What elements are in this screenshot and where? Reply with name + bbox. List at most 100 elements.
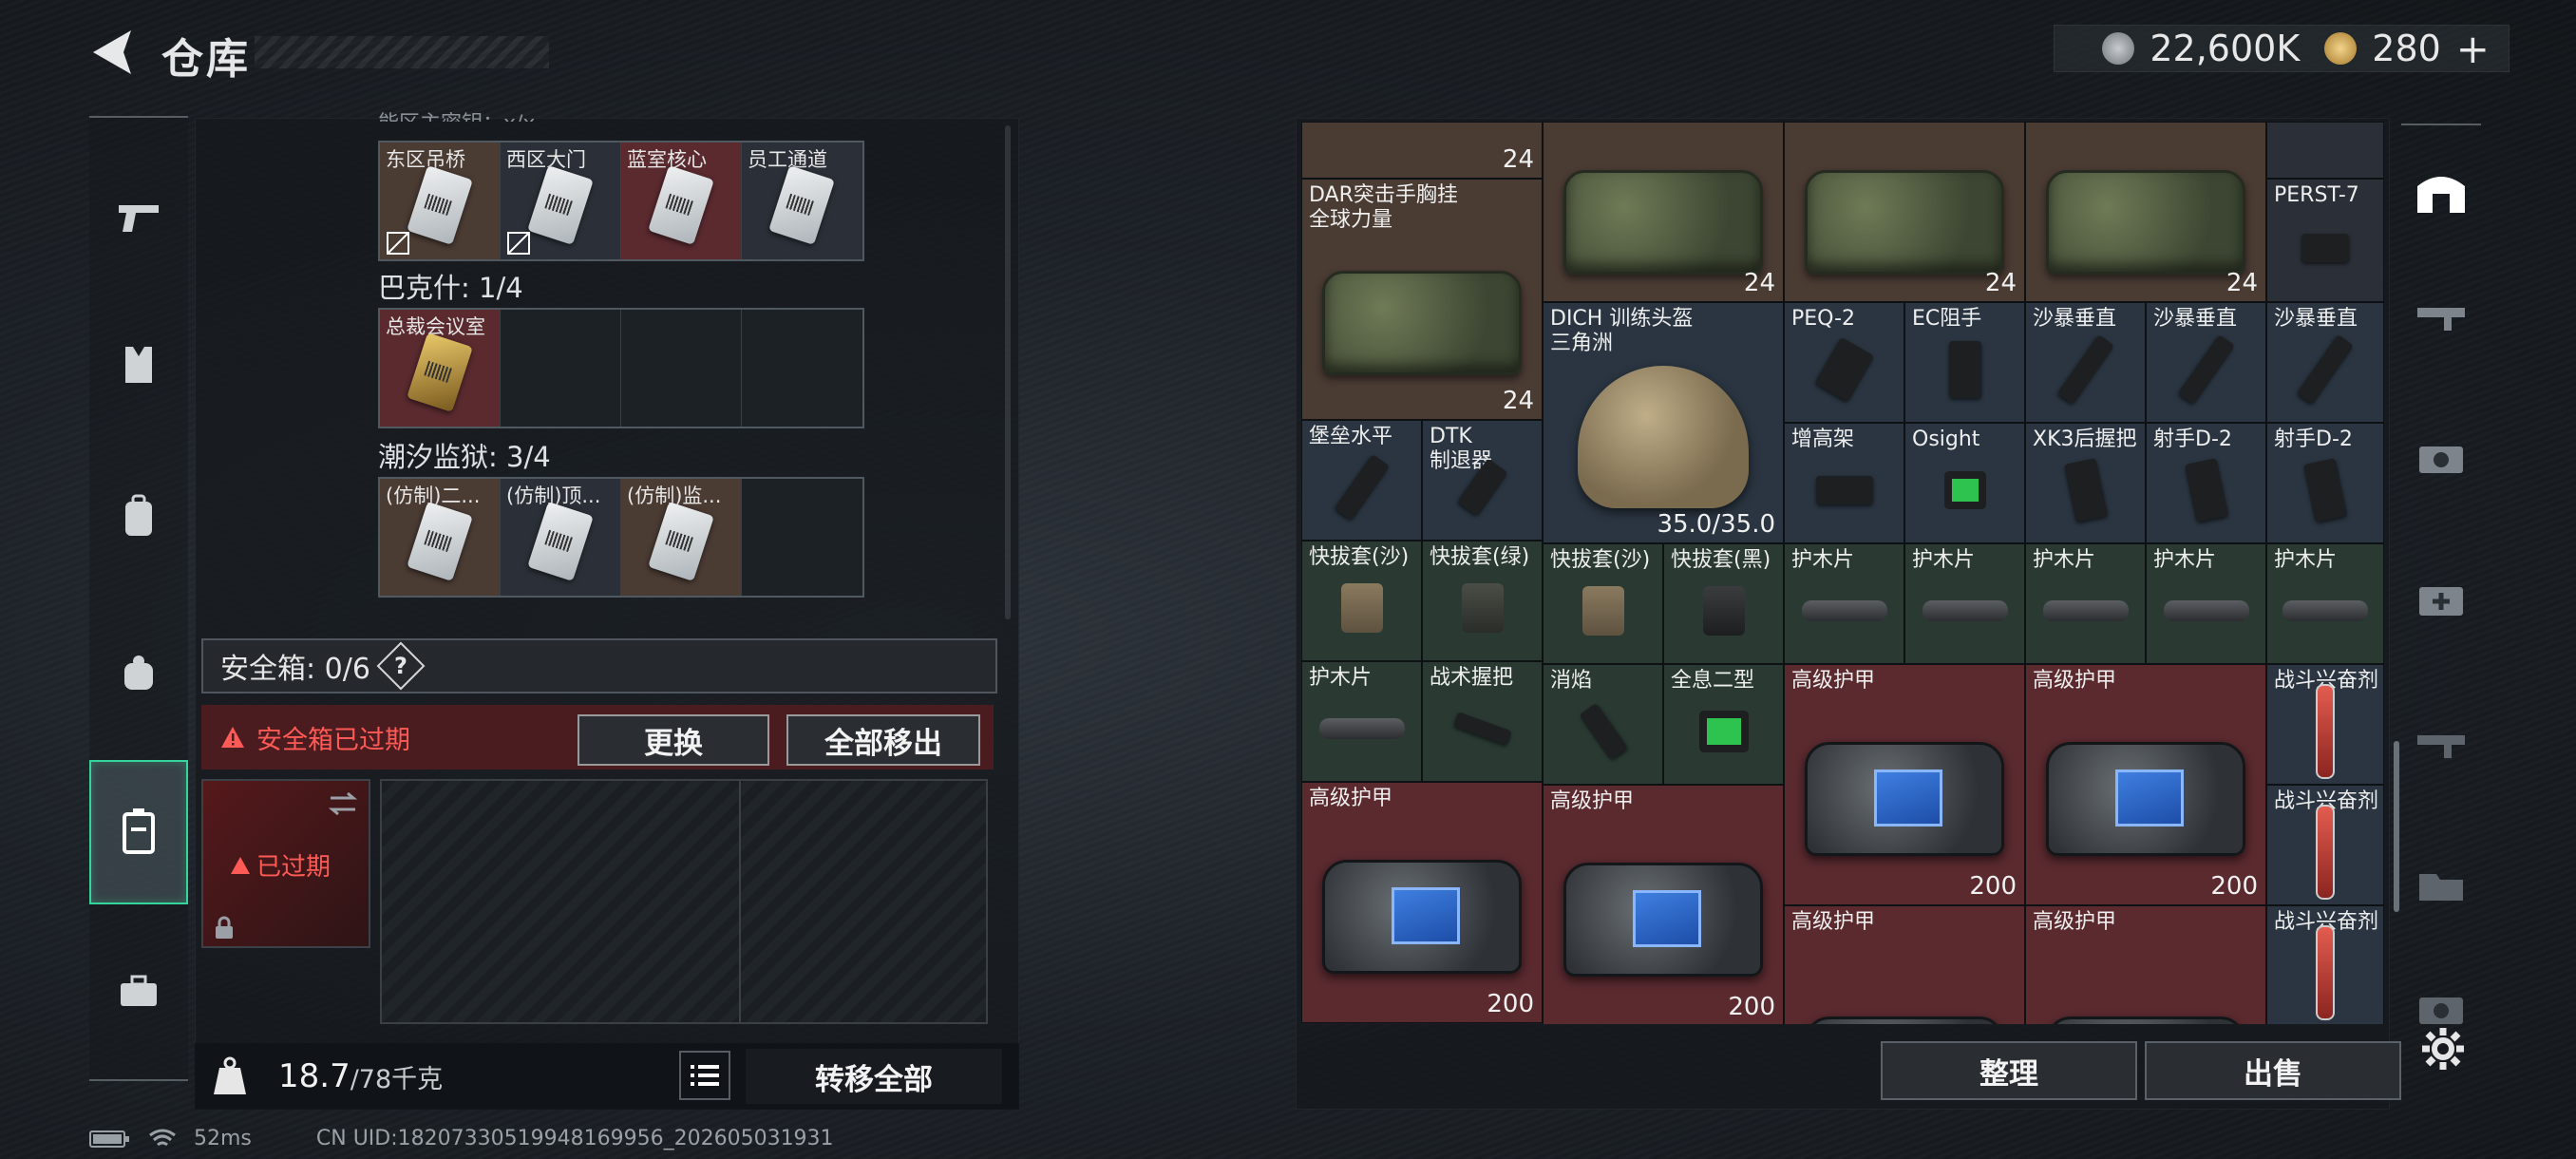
grid-item-vertical-grip[interactable]: 沙暴垂直: [2266, 302, 2384, 423]
grid-item-quick-pouch[interactable]: 快拔套(沙): [1301, 541, 1422, 661]
grid-item-riser[interactable]: 增高架: [1784, 423, 1904, 543]
grid-item-advanced-armor[interactable]: 高级护甲 200: [1543, 785, 1784, 1024]
nav-pouch[interactable]: [89, 621, 188, 724]
grid-item-handguard-panel[interactable]: 护木片: [1301, 661, 1422, 782]
empty-key-slot[interactable]: [742, 479, 862, 596]
nav-safe-box[interactable]: [89, 760, 188, 904]
weight-bar: 18.7 /78千克 转移全部: [195, 1043, 1019, 1110]
list-view-button[interactable]: [679, 1051, 730, 1100]
replace-button[interactable]: 更换: [578, 714, 769, 766]
key-card-replica-3[interactable]: (仿制)监...: [621, 479, 742, 596]
grid-item-peq2[interactable]: PEQ-2: [1784, 302, 1904, 423]
storage-tab-2-medical[interactable]: [2401, 553, 2481, 648]
key-card-replica-1[interactable]: (仿制)二...: [380, 479, 501, 596]
storage-tab-4-files[interactable]: [2401, 838, 2481, 933]
stim-image: [2316, 805, 2335, 900]
safe-box-icon: [123, 808, 155, 854]
key-card-1[interactable]: 东区吊桥: [380, 142, 501, 259]
grid-item-handguard-panel[interactable]: 护木片: [2146, 543, 2266, 664]
grid-item-flash-hider[interactable]: 消焰: [1543, 664, 1663, 785]
grid-item-vertical-grip[interactable]: 沙暴垂直: [2025, 302, 2146, 423]
grid-item-advanced-armor[interactable]: 高级护甲 200: [1784, 664, 2025, 905]
grid-item-dtk-brake[interactable]: DTK 制退器: [1422, 420, 1543, 541]
grid-item-handguard-panel[interactable]: 护木片: [2025, 543, 2146, 664]
grid-item-chest-rig[interactable]: 24: [2025, 122, 2266, 302]
currency-gold-value: 280: [2372, 28, 2441, 69]
empty-key-slot[interactable]: [621, 310, 742, 427]
grid-item-shooter-grip[interactable]: 射手D-2: [2146, 423, 2266, 543]
key-card-boardroom[interactable]: 总裁会议室: [380, 310, 501, 427]
holo-sight-image: [1698, 711, 1749, 752]
storage-tab-3-ammo[interactable]: [2401, 695, 2481, 790]
help-button[interactable]: ?: [376, 641, 426, 691]
sort-button[interactable]: 整理: [1881, 1041, 2137, 1100]
grid-scrollbar[interactable]: [2394, 741, 2399, 912]
battery-icon: [89, 1130, 129, 1148]
grid-item-combat-stim[interactable]: 战斗兴奋剂: [2266, 905, 2384, 1024]
grid-item-dich-helmet[interactable]: DICH 训练头盔 三角洲 35.0/35.0: [1543, 302, 1784, 543]
grid-item-advanced-armor[interactable]: 高级护甲: [2025, 905, 2266, 1024]
transfer-all-button[interactable]: 转移全部: [746, 1049, 1002, 1104]
grid-item-fortress-grip[interactable]: 堡垒水平: [1301, 420, 1422, 541]
uid-text: CN UID:18207330519948169956_202605031931: [315, 1127, 834, 1150]
grid-item-quick-pouch[interactable]: 快拔套(沙): [1543, 543, 1663, 664]
empty-key-slot[interactable]: [501, 310, 621, 427]
grid-item-handguard-panel[interactable]: 护木片: [1784, 543, 1904, 664]
grid-item-advanced-armor[interactable]: 高级护甲 200: [2025, 664, 2266, 905]
grid-item-shooter-grip[interactable]: 射手D-2: [2266, 423, 2384, 543]
medkit-icon: [2419, 587, 2463, 616]
grid-item-ec-stop[interactable]: EC阻手: [1904, 302, 2025, 423]
grid-item-advanced-armor[interactable]: 高级护甲: [1784, 905, 2025, 1024]
grid-item-chest-rig[interactable]: 24: [1784, 122, 2025, 302]
grid-item-dar-chest-rig[interactable]: DAR突击手胸挂 全球力量 24: [1301, 179, 1543, 420]
add-currency-button[interactable]: +: [2456, 26, 2490, 72]
grid-item-chest-rig[interactable]: 24: [1543, 122, 1784, 302]
warning-icon: [231, 856, 250, 874]
safe-box-grid[interactable]: [380, 779, 988, 1024]
coin-silver-icon: [2102, 32, 2135, 65]
camera-icon: [2419, 446, 2463, 473]
list-icon: [691, 1065, 719, 1086]
grid-item-vertical-grip[interactable]: 沙暴垂直: [2146, 302, 2266, 423]
key-card-replica-2[interactable]: (仿制)顶...: [501, 479, 621, 596]
nav-toolbox[interactable]: [89, 940, 188, 1043]
panel-image: [1801, 600, 1887, 621]
grid-item-handguard-panel[interactable]: 护木片: [1904, 543, 2025, 664]
remove-all-button[interactable]: 全部移出: [786, 714, 980, 766]
grid-item-osight[interactable]: Osight: [1904, 423, 2025, 543]
storage-tab-4-loot[interactable]: [2401, 410, 2481, 505]
grid-item-quick-pouch[interactable]: 快拔套(黑): [1663, 543, 1784, 664]
key-card-2[interactable]: 西区大门: [501, 142, 621, 259]
nav-backpack[interactable]: [89, 466, 188, 568]
grid-item-chest-rig-top[interactable]: 24: [1301, 122, 1543, 179]
key-card-4[interactable]: 员工通道: [742, 142, 862, 259]
grid-item-top-cut[interactable]: [2266, 122, 2384, 179]
grid-item-combat-stim[interactable]: 战斗兴奋剂: [2266, 785, 2384, 905]
wifi-icon: [149, 1129, 176, 1146]
grid-item-holo-sight[interactable]: 全息二型: [1663, 664, 1784, 785]
key-card-3[interactable]: 蓝室核心: [621, 142, 742, 259]
grid-item-combat-stim[interactable]: 战斗兴奋剂: [2266, 664, 2384, 785]
storage-overview-tab[interactable]: [2401, 144, 2481, 239]
item-grid: 24 24 24 24 PERST-7 DAR突击手胸挂 全球力量 24 DICH…: [1301, 122, 2384, 1024]
sell-button[interactable]: 出售: [2145, 1041, 2401, 1100]
left-scrollbar[interactable]: [1005, 125, 1011, 619]
settings-gear-icon[interactable]: [2420, 1026, 2466, 1072]
grid-item-advanced-armor[interactable]: 高级护甲 200: [1301, 782, 1543, 1023]
storage-tab-3-weapons[interactable]: [2401, 268, 2481, 363]
safe-box-slot[interactable]: 已过期: [201, 779, 370, 948]
grid-item-tactical-grip[interactable]: 战术握把: [1422, 661, 1543, 782]
nav-weapons[interactable]: [89, 165, 188, 268]
grid-item-xk3-grip[interactable]: XK3后握把: [2025, 423, 2146, 543]
panel-image: [2163, 600, 2249, 621]
flash-hider-image: [1578, 702, 1628, 761]
grid-item-handguard-panel[interactable]: 护木片: [2266, 543, 2384, 664]
empty-key-slot[interactable]: [742, 310, 862, 427]
grid-item-quick-pouch[interactable]: 快拔套(绿): [1422, 541, 1543, 661]
nav-chest-rig[interactable]: [89, 314, 188, 416]
grid-item-perst7[interactable]: PERST-7: [2266, 179, 2384, 302]
armor-bag-image: [1322, 860, 1522, 975]
back-arrow-icon[interactable]: [87, 27, 135, 78]
lock-icon: [216, 916, 233, 939]
chest-rig-image: [1805, 170, 2004, 276]
